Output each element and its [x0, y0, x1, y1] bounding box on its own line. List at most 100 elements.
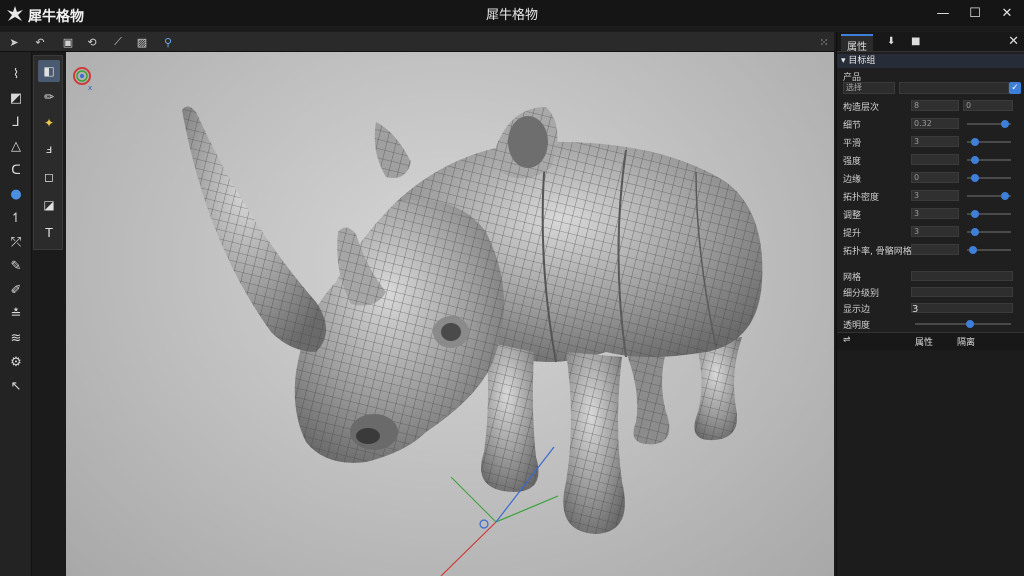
shape-icon[interactable]: △	[6, 136, 26, 156]
zoom-icon[interactable]: ⚲	[160, 34, 176, 50]
mesh-property-field[interactable]: 3	[911, 303, 1013, 315]
panel-empty-area	[837, 350, 1024, 576]
slider-knob[interactable]	[1001, 192, 1009, 200]
paint-icon[interactable]: ✎	[6, 256, 26, 276]
tab-layers[interactable]: ■	[905, 34, 926, 51]
slider-knob[interactable]	[965, 320, 974, 328]
move-icon[interactable]: ◧	[38, 60, 60, 82]
mesh-property-label: 显示边	[843, 305, 871, 315]
scale-icon[interactable]: ⅎ	[38, 138, 60, 160]
top-toolbar: ➤ ↶ ▣ ⟲ ⟋ ▨ ⚲ ⁙	[0, 32, 834, 52]
app-logo-icon	[7, 6, 23, 21]
orientation-gizmo[interactable]: x	[73, 67, 92, 92]
frame-icon[interactable]: ◻	[38, 166, 60, 188]
property-slider[interactable]	[967, 120, 1011, 128]
measure-icon[interactable]: ⤱	[6, 232, 26, 252]
property-value-field[interactable]	[911, 244, 959, 255]
layers-icon[interactable]: ≋	[6, 328, 26, 348]
property-label: 构造层次	[843, 103, 880, 113]
property-value-field[interactable]: 3	[911, 136, 959, 147]
svg-text:x: x	[88, 84, 92, 92]
pencil-icon[interactable]: ✏	[38, 86, 60, 108]
app-name: 犀牛格物	[28, 9, 84, 25]
type-icon[interactable]: T	[38, 222, 60, 244]
tab-download[interactable]: ⬇	[881, 34, 901, 51]
slider-knob[interactable]	[971, 138, 979, 146]
slider-knob[interactable]	[1001, 120, 1009, 128]
property-slider[interactable]	[967, 156, 1011, 164]
slider-knob[interactable]	[971, 174, 979, 182]
property-row: 平滑 3	[837, 134, 1024, 150]
property-slider[interactable]	[967, 246, 1011, 254]
property-slider[interactable]	[967, 210, 1011, 218]
pipe-icon[interactable]: ⌇	[6, 64, 26, 84]
tab-properties[interactable]: 属性	[841, 34, 873, 53]
panel-footer: ⇌ 属性 隔离	[837, 332, 1024, 350]
mode-check-icon[interactable]: ✓	[1009, 82, 1021, 94]
swap-icon[interactable]: ⇌	[843, 335, 851, 345]
property-value-field-2[interactable]: 0	[963, 100, 1013, 111]
property-row: 提升 3	[837, 224, 1024, 240]
property-row: 拓扑密度 3	[837, 188, 1024, 204]
mode-field[interactable]: 选择	[843, 82, 895, 94]
property-value-field[interactable]	[911, 154, 959, 165]
hook-icon[interactable]: ↿	[6, 208, 26, 228]
link-icon[interactable]: ⟲	[84, 34, 100, 50]
cube-icon[interactable]: ◩	[6, 88, 26, 108]
brush-icon[interactable]: ⟋	[110, 34, 126, 50]
mesh-property-row: 透明度	[837, 316, 1024, 332]
maximize-button[interactable]: ☐	[958, 0, 992, 26]
property-value-field[interactable]: 0	[911, 172, 959, 183]
select-arrow-icon[interactable]: ➤	[6, 34, 22, 50]
property-slider[interactable]	[967, 138, 1011, 146]
section-header[interactable]: ▾ 目标组	[837, 54, 1024, 68]
maximize-icon: ☐	[969, 5, 981, 21]
mesh-property-field[interactable]	[911, 271, 1013, 281]
property-label: 强度	[843, 157, 862, 167]
gear-icon[interactable]: ⚙	[6, 352, 26, 372]
slider-knob[interactable]	[969, 246, 977, 254]
minimize-button[interactable]: —	[926, 0, 960, 26]
property-slider[interactable]	[967, 192, 1011, 200]
property-value-field[interactable]: 3	[911, 226, 959, 237]
rhino-mesh-model: x	[73, 67, 763, 576]
properties-panel: 属性 ⬇ ■ ✕ ▾ 目标组 产品 选择 ✓ 构造层次 8 0 细节 0.32 平滑 3 强度…	[836, 32, 1024, 576]
undo-icon[interactable]: ↶	[32, 34, 48, 50]
mesh-property-row: 显示边 3	[837, 300, 1024, 316]
window-title: 犀牛格物	[486, 8, 539, 23]
ruler-icon[interactable]: ≛	[6, 304, 26, 324]
lasso-icon[interactable]: ᑕ	[6, 160, 26, 180]
3d-viewport[interactable]: x	[66, 52, 834, 576]
close-button[interactable]: ✕	[990, 0, 1024, 26]
lock-icon[interactable]: ▣	[60, 34, 76, 50]
mesh-property-field[interactable]	[911, 287, 1013, 297]
bucket-icon[interactable]: ◪	[38, 194, 60, 216]
panel-close-icon[interactable]: ✕	[1008, 34, 1019, 49]
fill-icon[interactable]: ✦	[38, 112, 60, 134]
mode-button-group[interactable]	[899, 82, 1009, 94]
slider-knob[interactable]	[971, 210, 979, 218]
property-slider[interactable]	[967, 228, 1011, 236]
footer-properties-button[interactable]: 属性	[915, 335, 933, 348]
property-value-field[interactable]: 0.32	[911, 118, 959, 129]
pen-icon[interactable]: ✐	[6, 280, 26, 300]
image-icon[interactable]: ▨	[134, 34, 150, 50]
property-label: 边缘	[843, 175, 862, 185]
property-row: 强度	[837, 152, 1024, 168]
footer-isolate-button[interactable]: 隔离	[957, 335, 975, 348]
knife-icon[interactable]: ↖	[6, 376, 26, 396]
text-tool-icon[interactable]: ⅃	[6, 112, 26, 132]
toolbar-settings-icon[interactable]: ⁙	[816, 34, 832, 50]
property-value-field[interactable]: 3	[911, 190, 959, 201]
mesh-property-slider[interactable]	[915, 320, 1011, 328]
property-label: 调整	[843, 211, 862, 221]
property-label: 拓扑率, 骨骼网格	[843, 247, 912, 257]
mesh-property-row: 细分级别	[837, 284, 1024, 300]
slider-knob[interactable]	[971, 156, 979, 164]
property-value-field[interactable]: 3	[911, 208, 959, 219]
property-value-field[interactable]: 8	[911, 100, 959, 111]
slider-knob[interactable]	[971, 228, 979, 236]
mesh-property-label: 网格	[843, 273, 862, 283]
sphere-icon[interactable]: ●	[6, 184, 26, 204]
property-slider[interactable]	[967, 174, 1011, 182]
